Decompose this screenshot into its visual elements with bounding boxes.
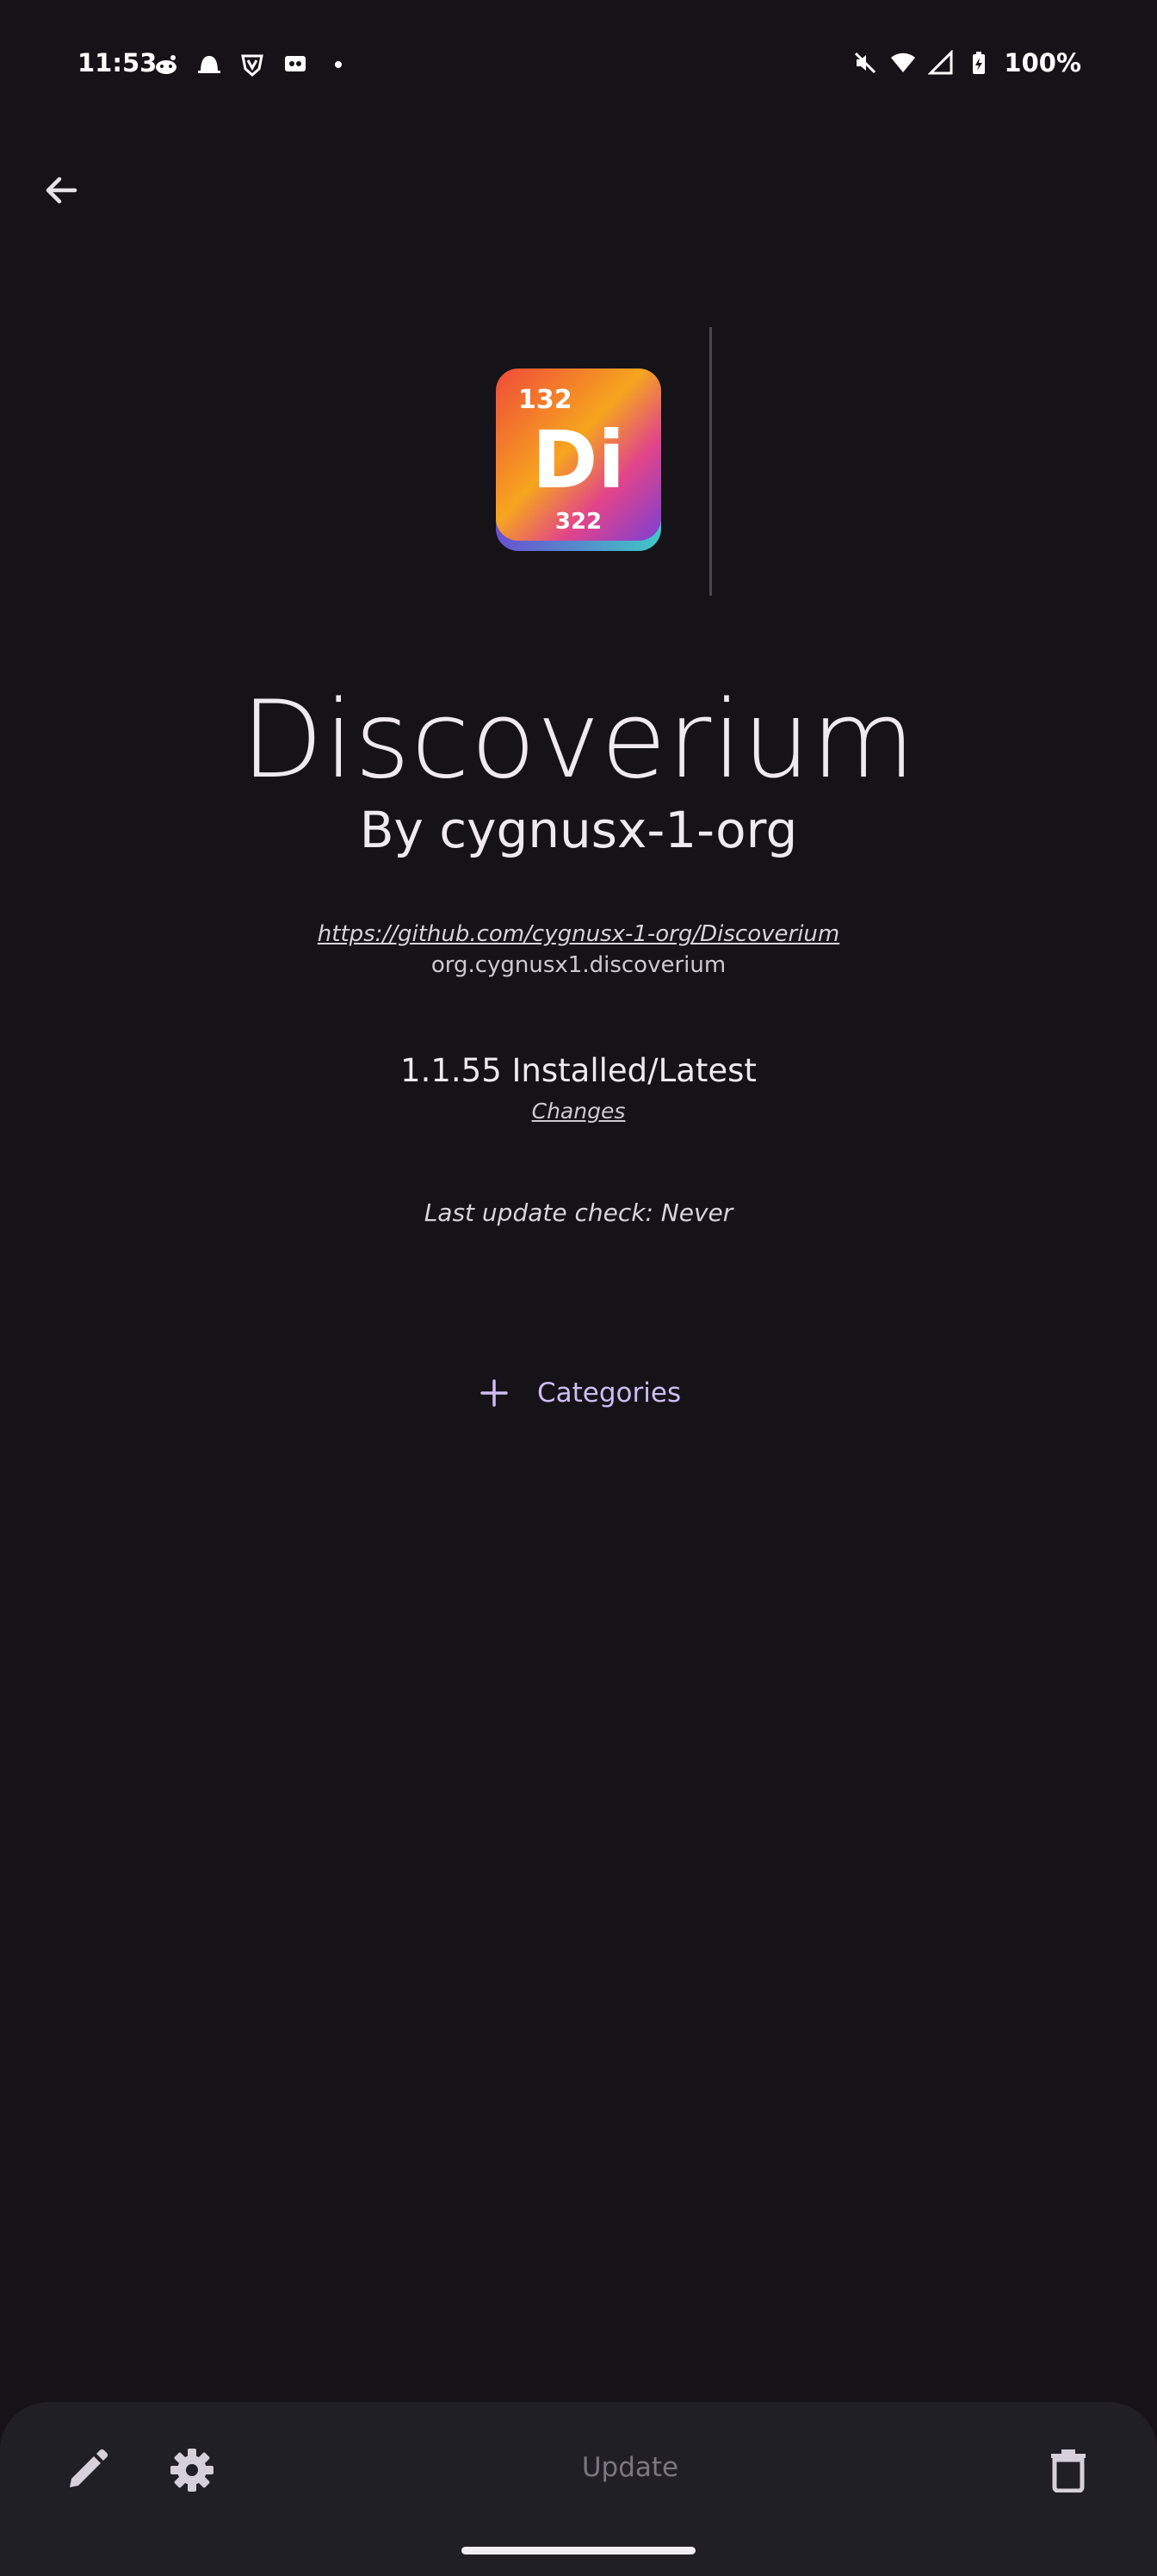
last-update-check: Last update check: Never (424, 1198, 733, 1227)
system-icons: 100% (852, 48, 1081, 77)
pencil-icon (70, 2449, 108, 2487)
version-status: 1.1.55 Installed/Latest (400, 1052, 757, 1089)
icon-symbol: Di (532, 414, 625, 506)
app-icon: 132 Di 322 (496, 368, 661, 551)
reddit-alien-icon (156, 55, 176, 74)
categories-label: Categories (537, 1378, 682, 1409)
icon-divider (709, 327, 712, 596)
battery-level: 100% (1004, 48, 1081, 77)
home-indicator[interactable] (461, 2547, 696, 2554)
delete-button[interactable] (1030, 2431, 1107, 2509)
shield-v-icon (241, 54, 263, 77)
battery-charging-icon (973, 52, 986, 74)
changes-link[interactable]: Changes (0, 1099, 1157, 1124)
gear-icon (170, 2449, 213, 2492)
plus-icon (480, 1379, 508, 1407)
wifi-icon (891, 53, 916, 72)
app-name: Discoverium (240, 678, 917, 802)
voicemail-icon (285, 56, 306, 71)
app-author: By cygnusx-1-org (359, 801, 798, 859)
mute-icon (855, 52, 876, 74)
notification-icons (153, 52, 351, 77)
app-settings-button[interactable] (153, 2431, 231, 2509)
back-button[interactable] (31, 160, 91, 220)
add-categories-button[interactable]: Categories (465, 1365, 695, 1421)
status-bar: 11:53 100% (0, 0, 1157, 133)
icon-top-number: 132 (518, 385, 572, 415)
edit-button[interactable] (48, 2431, 126, 2509)
source-url-link[interactable]: https://github.com/cygnusx-1-org/Discove… (0, 921, 1157, 947)
package-name: org.cygnusx1.discoverium (430, 952, 727, 978)
trash-icon (1051, 2449, 1086, 2492)
dot-icon (335, 61, 342, 68)
signal-icon (928, 50, 953, 75)
icon-bottom-number: 322 (555, 509, 602, 535)
arrow-back-icon (46, 176, 77, 204)
ghost-icon (198, 56, 220, 73)
update-button[interactable]: Update (544, 2452, 716, 2483)
status-time: 11:53 (77, 48, 158, 77)
